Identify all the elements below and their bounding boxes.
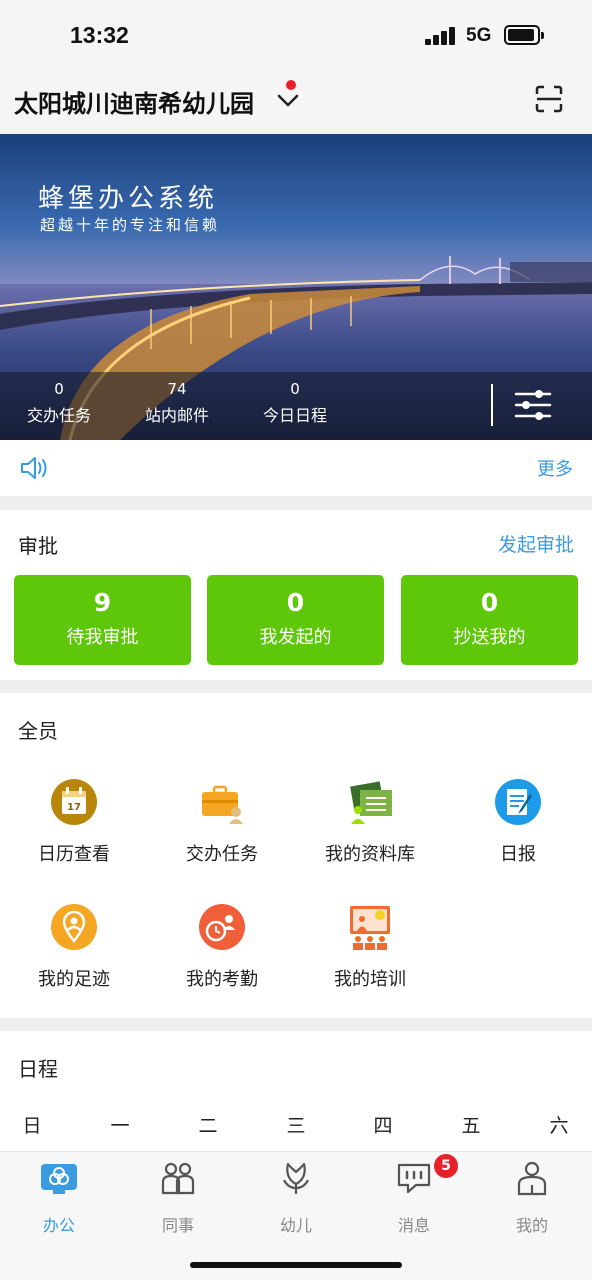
approval-card-initiated[interactable]: 0 我发起的 (207, 575, 384, 665)
training-icon (350, 906, 390, 950)
app-label: 日历查看 (38, 844, 110, 865)
scan-icon[interactable] (534, 84, 564, 114)
stat-mail[interactable]: 74 站内邮件 (122, 380, 232, 426)
tab-colleagues[interactable]: 同事 (128, 1160, 228, 1236)
signal-icon (425, 27, 457, 45)
colleagues-icon (161, 1162, 195, 1195)
status-time: 13:32 (70, 22, 129, 48)
app-label: 我的考勤 (186, 969, 258, 990)
weekday-mon[interactable]: 一 (100, 1111, 140, 1138)
app-attendance[interactable]: 我的考勤 (148, 903, 296, 1013)
all-staff-title: 全员 (18, 719, 58, 743)
stat-label: 站内邮件 (144, 406, 209, 425)
stat-schedule[interactable]: 0 今日日程 (240, 380, 350, 426)
stat-value: 74 (167, 380, 187, 398)
app-library[interactable]: 我的资料库 (296, 778, 444, 888)
app-label: 我的培训 (334, 969, 406, 990)
weekday-tue[interactable]: 二 (188, 1111, 228, 1138)
stats-bar: 0 交办任务 74 站内邮件 0 今日日程 (0, 372, 592, 440)
approval-count: 0 (286, 588, 305, 617)
home-indicator[interactable] (190, 1262, 402, 1268)
tab-label: 幼儿 (279, 1216, 312, 1235)
weekday-wed[interactable]: 三 (276, 1111, 316, 1138)
section-gap (0, 680, 592, 693)
network-label: 5G (466, 25, 492, 46)
tab-messages[interactable]: 5 消息 (364, 1154, 464, 1236)
app-training[interactable]: 我的培训 (296, 903, 444, 1013)
app-label: 交办任务 (186, 844, 258, 865)
tab-profile[interactable]: 我的 (482, 1160, 582, 1236)
tab-label: 我的 (515, 1216, 548, 1235)
weekday-sat[interactable]: 六 (539, 1111, 579, 1138)
approval-card-pending[interactable]: 9 待我审批 (14, 575, 191, 665)
status-bar: 13:32 5G (0, 0, 592, 70)
attendance-icon (199, 904, 245, 950)
weekday-fri[interactable]: 五 (451, 1111, 491, 1138)
tab-label: 消息 (397, 1216, 430, 1235)
schedule-section: 日程 日 一 二 三 四 五 六 (0, 1031, 592, 1151)
office-icon (41, 1164, 77, 1194)
banner-title: 蜂堡办公系统 (38, 184, 219, 214)
profile-icon (517, 1161, 547, 1196)
app-tasks[interactable]: 交办任务 (148, 778, 296, 888)
schedule-title: 日程 (18, 1057, 58, 1081)
library-icon (350, 781, 392, 824)
settings-sliders-icon[interactable] (514, 387, 552, 423)
app-label: 我的资料库 (325, 844, 415, 865)
tab-label: 办公 (42, 1216, 75, 1235)
tab-label: 同事 (161, 1216, 194, 1235)
chevron-down-icon[interactable] (276, 88, 300, 112)
unread-badge: 5 (434, 1154, 458, 1178)
app-daily-report[interactable]: 日报 (444, 778, 592, 888)
approval-count: 9 (93, 588, 112, 617)
calendar-icon: 17 (51, 779, 97, 825)
announcement-row[interactable]: 更多 (0, 440, 592, 496)
tab-children[interactable]: 幼儿 (246, 1160, 346, 1236)
stat-value: 0 (290, 380, 300, 398)
more-link[interactable]: 更多 (537, 455, 573, 481)
tab-office[interactable]: 办公 (9, 1160, 109, 1236)
section-gap (0, 1018, 592, 1031)
calendar-day: 17 (67, 802, 81, 813)
footprint-icon (51, 904, 97, 950)
stat-label: 今日日程 (262, 406, 327, 425)
message-icon (397, 1163, 431, 1194)
stat-tasks[interactable]: 0 交办任务 (4, 380, 114, 426)
section-gap (0, 496, 592, 510)
app-label: 我的足迹 (38, 969, 110, 990)
weekday-sun[interactable]: 日 (12, 1111, 52, 1138)
daily-report-icon (495, 779, 541, 825)
weekday-thu[interactable]: 四 (363, 1111, 403, 1138)
app-footprint[interactable]: 我的足迹 (0, 903, 148, 1013)
approval-count: 0 (480, 588, 499, 617)
header: 太阳城川迪南希幼儿园 (0, 70, 592, 134)
approval-label: 待我审批 (66, 627, 139, 648)
stat-label: 交办任务 (26, 406, 91, 425)
all-staff-section: 全员 17 日历查看 交办任务 我的资料库 日报 我的足迹 我的考勤 我的培训 (0, 693, 592, 1018)
approval-title: 审批 (18, 534, 58, 558)
banner[interactable]: 蜂堡办公系统 超越十年的专注和信赖 0 交办任务 74 站内邮件 0 今日日程 (0, 134, 592, 440)
banner-subtitle: 超越十年的专注和信赖 (40, 216, 221, 234)
speaker-icon (21, 457, 47, 479)
approval-label: 抄送我的 (453, 627, 526, 648)
approval-section: 审批 发起审批 9 待我审批 0 我发起的 0 抄送我的 (0, 510, 592, 680)
tab-bar: 办公 同事 幼儿 5 消息 我的 (0, 1151, 592, 1280)
school-name[interactable]: 太阳城川迪南希幼儿园 (14, 84, 254, 119)
stat-value: 0 (54, 380, 64, 398)
children-icon (283, 1162, 309, 1194)
app-label: 日报 (500, 844, 536, 865)
battery-icon (504, 25, 544, 45)
briefcase-icon (202, 785, 243, 824)
divider (491, 384, 493, 426)
start-approval-link[interactable]: 发起审批 (498, 530, 574, 557)
app-calendar[interactable]: 17 日历查看 (0, 778, 148, 888)
approval-label: 我发起的 (259, 627, 332, 648)
approval-card-cc[interactable]: 0 抄送我的 (401, 575, 578, 665)
